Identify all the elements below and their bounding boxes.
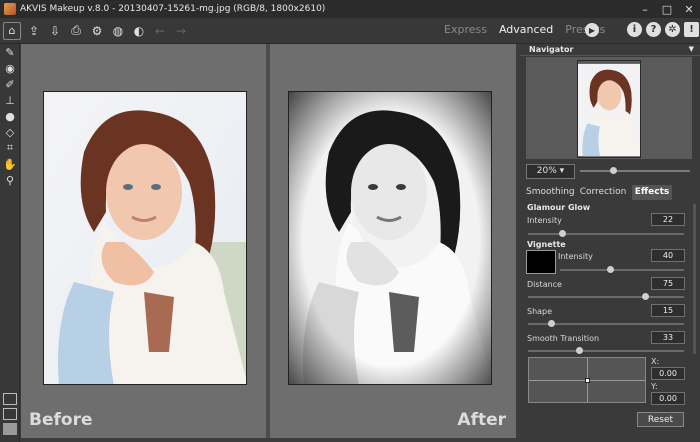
single-view-icon[interactable] — [3, 408, 17, 420]
tab-effects[interactable]: Effects — [632, 185, 672, 200]
vignette-intensity-field[interactable]: 40 — [651, 249, 685, 262]
batch-icon[interactable]: ⚙ — [89, 23, 105, 39]
print-icon[interactable]: ⎙ — [68, 23, 84, 39]
vignette-distance-label: Distance — [527, 280, 562, 289]
vignette-distance-knob[interactable] — [642, 293, 649, 300]
save-icon[interactable]: ⇩ — [47, 23, 63, 39]
vignette-intensity-slider[interactable] — [560, 266, 684, 273]
after-pane[interactable]: After — [270, 44, 516, 438]
drop-icon[interactable]: ● — [0, 108, 20, 124]
settings-icon[interactable]: ✲ — [665, 22, 680, 37]
glamour-intensity-slider[interactable] — [528, 230, 684, 237]
vignette-distance-slider[interactable] — [528, 293, 684, 300]
vignette-intensity-label: Intensity — [558, 252, 593, 261]
vignette-smooth-slider[interactable] — [528, 347, 684, 354]
center-y-field[interactable]: 0.00 — [651, 392, 685, 405]
reset-button[interactable]: Reset — [637, 412, 684, 427]
tab-smoothing[interactable]: Smoothing — [526, 185, 575, 200]
panel-scrollbar[interactable] — [693, 204, 696, 354]
crop-icon[interactable]: ⌗ — [0, 140, 20, 156]
toolbar-right-icons: i ? ✲ ! — [627, 22, 699, 37]
eye-icon[interactable]: ◉ — [0, 60, 20, 76]
vignette-title: Vignette — [527, 240, 566, 249]
window-controls: – □ ✕ — [634, 0, 700, 18]
vignette-smooth-field[interactable]: 33 — [651, 331, 685, 344]
navigator-thumbnail[interactable] — [577, 60, 641, 158]
stamp-icon[interactable]: ⊥ — [0, 92, 20, 108]
split-view-icon[interactable] — [3, 393, 17, 405]
presets-icon[interactable]: ◐ — [131, 23, 147, 39]
mode-advanced[interactable]: Advanced — [499, 23, 553, 36]
vignette-distance-field[interactable]: 75 — [651, 277, 685, 290]
pencil-icon[interactable]: ✐ — [0, 76, 20, 92]
collapse-icon[interactable]: ▼ — [689, 45, 694, 53]
vignette-smooth-knob[interactable] — [576, 347, 584, 354]
vignette-shape-knob[interactable] — [548, 320, 556, 327]
zoom-select[interactable]: 20% ▾ — [526, 163, 575, 179]
redo-icon[interactable]: → — [173, 23, 189, 39]
vignette-shape-slider[interactable] — [528, 320, 684, 327]
share-icon[interactable]: ◍ — [110, 23, 126, 39]
tab-correction[interactable]: Correction — [574, 185, 632, 200]
left-tool-panel: ✎ ◉ ✐ ⊥ ● ◇ ⌗ ✋ ⚲ — [0, 44, 20, 442]
image-canvas: Before After — [21, 44, 516, 438]
view-mode-controls — [0, 390, 20, 438]
zoom-icon[interactable]: ⚲ — [0, 172, 20, 188]
vignette-intensity-knob[interactable] — [606, 266, 614, 273]
minimize-button[interactable]: – — [634, 0, 656, 18]
title-bar: AKVIS Makeup v.8.0 - 20130407-15261-mg.j… — [0, 0, 700, 18]
mode-switcher: Express Advanced Presets — [444, 23, 605, 36]
glamour-glow-title: Glamour Glow — [527, 203, 591, 212]
mode-express[interactable]: Express — [444, 23, 487, 36]
navigator-preview[interactable] — [526, 57, 692, 159]
zoom-slider-knob[interactable] — [610, 167, 617, 174]
before-photo — [43, 91, 247, 385]
before-pane[interactable]: Before — [21, 44, 266, 438]
home-icon[interactable]: ⌂ — [3, 21, 21, 40]
notification-icon[interactable]: ! — [684, 22, 699, 37]
after-label: After — [457, 410, 506, 430]
vignette-shape-field[interactable]: 15 — [651, 304, 685, 317]
eraser-icon[interactable]: ◇ — [0, 124, 20, 140]
center-x-field[interactable]: 0.00 — [651, 367, 685, 380]
top-toolbar: ⌂ ⇪ ⇩ ⎙ ⚙ ◍ ◐ ← → Express Advanced Prese… — [0, 18, 700, 44]
center-handle[interactable] — [585, 378, 590, 383]
background-color-icon[interactable] — [3, 423, 17, 435]
maximize-button[interactable]: □ — [656, 0, 678, 18]
app-logo-icon — [4, 3, 16, 15]
settings-tabs: Smoothing Correction Effects — [526, 185, 692, 200]
glamour-intensity-field[interactable]: 22 — [651, 213, 685, 226]
brush-icon[interactable]: ✎ — [0, 44, 20, 60]
open-icon[interactable]: ⇪ — [26, 23, 42, 39]
hand-icon[interactable]: ✋ — [0, 156, 20, 172]
vignette-center-picker[interactable] — [528, 357, 646, 403]
vignette-shape-label: Shape — [527, 307, 553, 316]
settings-panel: Navigator ▼ 20% ▾ Smoothing Correction E… — [520, 44, 700, 442]
center-x-label: X: — [651, 357, 660, 366]
center-y-label: Y: — [651, 382, 658, 391]
zoom-value: 20% — [536, 166, 557, 176]
help-icon[interactable]: ? — [646, 22, 661, 37]
zoom-slider[interactable] — [580, 167, 690, 174]
info-icon[interactable]: i — [627, 22, 642, 37]
after-photo — [288, 91, 492, 385]
before-label: Before — [29, 410, 93, 430]
close-button[interactable]: ✕ — [678, 0, 700, 18]
vignette-color-swatch[interactable] — [526, 250, 556, 274]
zoom-row: 20% ▾ — [526, 162, 692, 180]
window-title: AKVIS Makeup v.8.0 - 20130407-15261-mg.j… — [20, 4, 326, 14]
glamour-intensity-knob[interactable] — [559, 230, 567, 237]
navigator-header[interactable]: Navigator ▼ — [520, 44, 700, 56]
run-processing-icon[interactable]: ▶ — [585, 23, 599, 37]
navigator-title: Navigator — [529, 45, 574, 54]
vignette-smooth-label: Smooth Transition — [527, 334, 600, 343]
glamour-intensity-label: Intensity — [527, 216, 562, 225]
undo-icon[interactable]: ← — [152, 23, 168, 39]
